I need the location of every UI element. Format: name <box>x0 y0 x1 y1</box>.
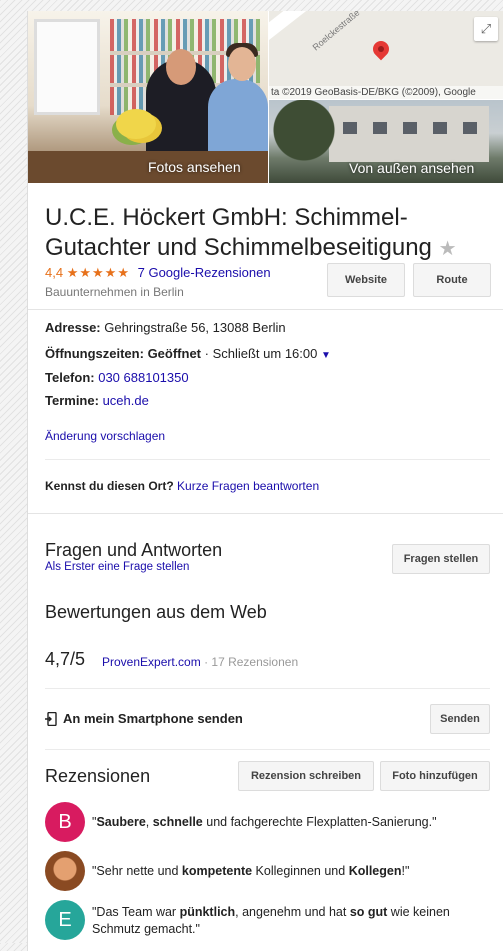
building-window <box>373 122 387 134</box>
building-window <box>463 122 477 134</box>
photo-tree <box>269 100 339 183</box>
web-reviews-heading: Bewertungen aus dem Web <box>45 602 267 622</box>
phone-row: Telefon: 030 688101350 <box>45 370 189 385</box>
divider <box>45 459 490 460</box>
avatar <box>45 851 85 891</box>
route-button[interactable]: Route <box>413 263 491 297</box>
provenexpert-link[interactable]: ProvenExpert.com <box>102 655 201 669</box>
review-keyword: kompetente <box>181 864 253 878</box>
web-review-score: 4,7/5 <box>45 649 86 669</box>
rating-row: 4,4 ★★★★★ 7 Google-Rezensionen <box>45 265 271 281</box>
review-text-part: "Sehr nette und <box>92 864 182 878</box>
chevron-down-icon[interactable]: ▼ <box>321 350 331 361</box>
building-window <box>343 122 357 134</box>
review-keyword: schnelle <box>152 815 203 829</box>
address-row: Adresse: Gehringstraße 56, 13088 Berlin <box>45 320 286 335</box>
map-street-label: Roelckestraße <box>310 11 362 53</box>
divider <box>28 513 503 514</box>
business-title: U.C.E. Höckert GmbH: Schimmel-Gutachter … <box>45 203 490 264</box>
review-text-part: "Das Team war <box>92 905 180 919</box>
website-button[interactable]: Website <box>327 263 405 297</box>
review-text-part: , <box>145 815 153 829</box>
review-keyword: Saubere <box>96 815 146 829</box>
avatar: B <box>45 802 85 842</box>
add-photo-button[interactable]: Foto hinzufügen <box>380 761 490 791</box>
suggest-edit-link[interactable]: Änderung vorschlagen <box>45 429 165 443</box>
map-road <box>269 11 318 95</box>
divider <box>45 688 490 689</box>
know-place-question: Kennst du diesen Ort? <box>45 479 174 493</box>
quick-questions-link[interactable]: Kurze Fragen beantworten <box>177 479 319 493</box>
send-button[interactable]: Senden <box>430 704 490 734</box>
rating-stars-icon: ★★★★★ <box>66 265 130 280</box>
photo-flowers <box>116 109 156 139</box>
send-to-phone-icon <box>45 711 57 726</box>
review-keyword: Kollegen <box>348 864 402 878</box>
send-to-phone-row: An mein Smartphone senden <box>45 711 243 726</box>
review-text-part: !" <box>401 864 410 878</box>
address-value: Gehringstraße 56, 13088 Berlin <box>104 320 286 335</box>
google-reviews-link[interactable]: 7 Google-Rezensionen <box>138 265 271 280</box>
qa-heading: Fragen und Antworten <box>45 540 223 560</box>
web-review-source: ProvenExpert.com · 17 Rezensionen <box>102 655 298 669</box>
photo-building <box>329 106 489 162</box>
business-photo[interactable]: Fotos ansehen <box>28 11 268 183</box>
divider <box>45 749 490 750</box>
expand-map-icon[interactable]: ⤢ <box>474 17 498 41</box>
save-star-icon[interactable]: ★ <box>439 238 457 260</box>
review-snippet[interactable]: "Saubere, schnelle und fachgerechte Flex… <box>92 814 487 831</box>
map-thumbnail[interactable]: Roelckestraße ⤢ ta ©2019 GeoBasis-DE/BKG… <box>269 11 503 99</box>
building-window <box>433 122 447 134</box>
street-view-label[interactable]: Von außen ansehen <box>349 160 474 176</box>
photo-person-head <box>166 49 196 85</box>
ask-question-button[interactable]: Fragen stellen <box>392 544 490 574</box>
photo-window <box>34 19 100 115</box>
photos-view-label[interactable]: Fotos ansehen <box>148 159 241 175</box>
map-pin-dot <box>378 46 384 52</box>
review-text-part: und fachgerechte Flexplatten-Sanierung." <box>202 815 437 829</box>
review-snippet[interactable]: "Sehr nette und kompetente Kolleginnen u… <box>92 863 487 880</box>
hours-label: Öffnungszeiten: <box>45 346 144 361</box>
web-review-count: · 17 Rezensionen <box>204 655 299 669</box>
business-name: U.C.E. Höckert GmbH: Schimmel-Gutachter … <box>45 204 432 261</box>
write-review-button[interactable]: Rezension schreiben <box>238 761 374 791</box>
review-snippet[interactable]: "Das Team war pünktlich, angenehm und ha… <box>92 904 487 938</box>
photo-person-head <box>228 47 256 81</box>
business-category: Bauunternehmen in Berlin <box>45 285 184 299</box>
hours-status: Geöffnet <box>147 346 202 361</box>
know-place-row: Kennst du diesen Ort? Kurze Fragen beant… <box>45 479 319 493</box>
knowledge-panel: Fotos ansehen Roelckestraße ⤢ ta ©2019 G… <box>27 11 503 951</box>
review-text-part: Kolleginnen und <box>252 864 349 878</box>
map-credit: ta ©2019 GeoBasis-DE/BKG (©2009), Google <box>269 86 503 99</box>
review-text-part: , angenehm und hat <box>235 905 350 919</box>
review-keyword: pünktlich <box>179 905 236 919</box>
hours-closing: · Schließt um 16:00 <box>204 346 318 361</box>
send-to-phone-label: An mein Smartphone senden <box>63 711 243 726</box>
phone-link[interactable]: 030 688101350 <box>98 370 188 385</box>
appointments-row: Termine: uceh.de <box>45 393 149 408</box>
ask-first-link[interactable]: Als Erster eine Frage stellen <box>45 561 189 573</box>
building-window <box>403 122 417 134</box>
hours-row[interactable]: Öffnungszeiten: Geöffnet · Schließt um 1… <box>45 346 331 361</box>
rating-value: 4,4 <box>45 265 64 280</box>
street-view-photo[interactable]: Von außen ansehen <box>269 100 503 183</box>
reviews-heading: Rezensionen <box>45 766 151 786</box>
divider <box>28 309 503 310</box>
avatar: E <box>45 900 85 940</box>
address-label: Adresse: <box>45 320 101 335</box>
appointments-link[interactable]: uceh.de <box>103 393 149 408</box>
appointments-label: Termine: <box>45 393 99 408</box>
phone-label: Telefon: <box>45 370 95 385</box>
review-keyword: so gut <box>349 905 388 919</box>
